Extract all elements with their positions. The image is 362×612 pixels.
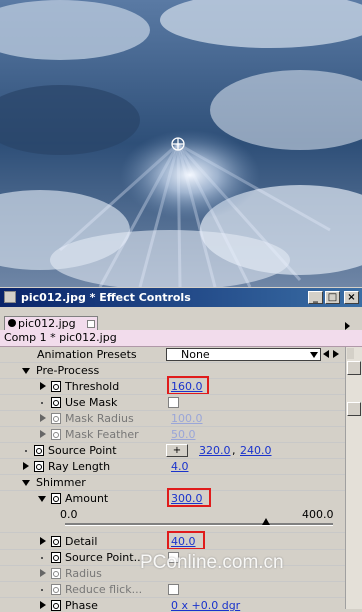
detail-expand-icon[interactable] xyxy=(40,537,46,545)
threshold-expand-icon[interactable] xyxy=(40,382,46,390)
window-icon xyxy=(4,291,16,303)
mask-radius-expand-icon[interactable] xyxy=(40,414,46,422)
mask-radius-stopwatch-icon[interactable] xyxy=(51,413,61,424)
source-point-sep: , xyxy=(232,444,236,457)
scroll-prev-icon[interactable] xyxy=(347,348,354,359)
panel-menu-icon[interactable] xyxy=(345,322,350,330)
tab-pic012[interactable]: pic012.jpg xyxy=(4,316,98,330)
sky-image xyxy=(0,0,362,287)
reduce-flick-dot-icon xyxy=(41,589,43,591)
mask-feather-stopwatch-icon[interactable] xyxy=(51,429,61,440)
source-point-x-value[interactable]: 320.0 xyxy=(199,444,231,457)
source-point2-stopwatch-icon[interactable] xyxy=(51,552,61,563)
tab-icon xyxy=(8,319,16,327)
amount-stopwatch-icon[interactable] xyxy=(51,493,61,504)
detail-label: Detail xyxy=(65,535,98,548)
reduce-flick-checkbox[interactable] xyxy=(168,584,179,595)
scroll-thumb[interactable] xyxy=(347,402,361,416)
window-title: pic012.jpg * Effect Controls xyxy=(21,291,191,304)
shimmer-expand-icon[interactable] xyxy=(22,480,30,486)
tab-close-icon[interactable] xyxy=(87,320,95,328)
source-point-handle xyxy=(171,137,185,151)
threshold-stopwatch-icon[interactable] xyxy=(51,381,61,392)
preview-image xyxy=(0,0,362,287)
detail-stopwatch-icon[interactable] xyxy=(51,536,61,547)
mask-feather-expand-icon[interactable] xyxy=(40,430,46,438)
amount-highlight xyxy=(167,488,211,507)
source-point2-dot-icon xyxy=(41,557,43,559)
mask-radius-value[interactable]: 100.0 xyxy=(171,412,203,425)
phase-stopwatch-icon[interactable] xyxy=(51,600,61,611)
ray-length-label: Ray Length xyxy=(48,460,111,473)
presets-value: None xyxy=(181,348,210,361)
source-point-dot-icon xyxy=(25,450,27,452)
phase-expand-icon[interactable] xyxy=(40,601,46,609)
radius-label: Radius xyxy=(65,567,102,580)
comp-label: Comp 1 * pic012.jpg xyxy=(4,331,117,344)
pre-process-label[interactable]: Pre-Process xyxy=(36,364,99,377)
amount-slider-track[interactable] xyxy=(65,523,333,526)
comp-header: Comp 1 * pic012.jpg xyxy=(0,330,362,347)
ray-length-value[interactable]: 4.0 xyxy=(171,460,189,473)
scrollbar[interactable] xyxy=(345,347,362,609)
threshold-label: Threshold xyxy=(65,380,120,393)
dropdown-arrow-icon xyxy=(310,352,318,358)
scroll-up-button[interactable] xyxy=(347,361,361,375)
reduce-flick-stopwatch-icon[interactable] xyxy=(51,584,61,595)
pre-process-expand-icon[interactable] xyxy=(22,368,30,374)
radius-stopwatch-icon[interactable] xyxy=(51,568,61,579)
amount-slider-min: 0.0 xyxy=(60,508,78,521)
maximize-button[interactable]: □ xyxy=(325,291,340,304)
threshold-highlight xyxy=(167,376,209,395)
watermark: PConline.com.cn xyxy=(140,552,284,573)
source-point-crosshair-button[interactable]: + xyxy=(166,444,188,457)
amount-slider-max: 400.0 xyxy=(302,508,334,521)
animation-presets-label: Animation Presets xyxy=(37,348,137,361)
use-mask-stopwatch-icon[interactable] xyxy=(51,397,61,408)
radius-expand-icon[interactable] xyxy=(40,569,46,577)
amount-label: Amount xyxy=(65,492,109,505)
ray-length-expand-icon[interactable] xyxy=(23,462,29,470)
amount-expand-icon[interactable] xyxy=(38,496,46,502)
minimize-button[interactable]: _ xyxy=(308,291,323,304)
use-mask-label: Use Mask xyxy=(65,396,118,409)
amount-slider-thumb[interactable] xyxy=(262,518,270,525)
phase-label: Phase xyxy=(65,599,98,612)
source-point-stopwatch-icon[interactable] xyxy=(34,445,44,456)
use-mask-dot-icon xyxy=(41,402,43,404)
mask-feather-value[interactable]: 50.0 xyxy=(171,428,196,441)
animation-presets-dropdown[interactable]: None xyxy=(166,348,321,361)
source-point2-label: Source Point... xyxy=(65,551,145,564)
mask-radius-label: Mask Radius xyxy=(65,412,134,425)
mask-feather-label: Mask Feather xyxy=(65,428,139,441)
source-point-y-value[interactable]: 240.0 xyxy=(240,444,272,457)
shimmer-label[interactable]: Shimmer xyxy=(36,476,86,489)
detail-highlight xyxy=(167,531,205,550)
phase-value[interactable]: 0 x +0.0 dgr xyxy=(171,599,240,612)
use-mask-checkbox[interactable] xyxy=(168,397,179,408)
tab-label: pic012.jpg xyxy=(18,317,76,330)
next-preset-icon[interactable] xyxy=(333,350,339,358)
source-point-label: Source Point xyxy=(48,444,117,457)
close-button[interactable]: × xyxy=(344,291,359,304)
prev-preset-icon[interactable] xyxy=(323,350,329,358)
ray-length-stopwatch-icon[interactable] xyxy=(34,461,44,472)
reduce-flick-label: Reduce flick... xyxy=(65,583,143,596)
